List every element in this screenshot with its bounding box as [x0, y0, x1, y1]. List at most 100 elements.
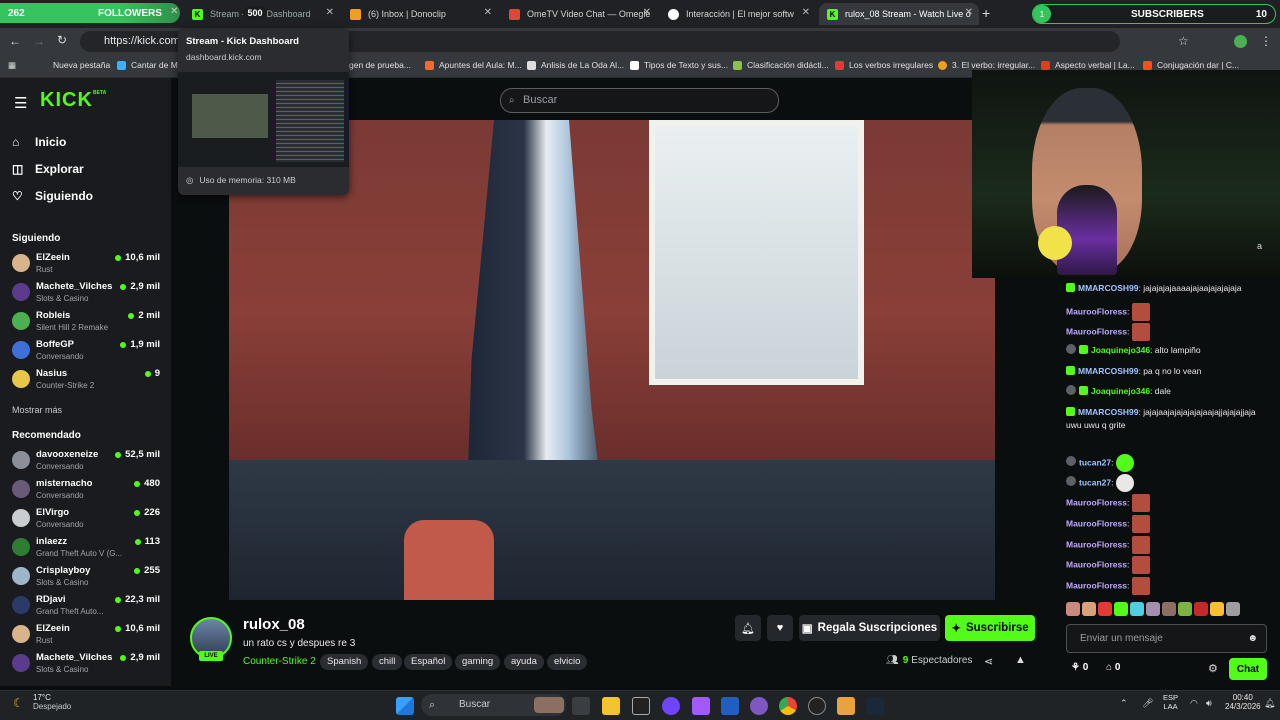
- chat-settings-gear-icon[interactable]: ⚙: [1208, 662, 1218, 675]
- nav-inicio[interactable]: ⌂ Inicio: [12, 135, 66, 149]
- tag-spanish[interactable]: Spanish: [320, 654, 369, 670]
- following-channel[interactable]: Machete_Vilches Slots & Casino 2,9 mil: [12, 279, 160, 307]
- chat-username[interactable]: Joaquinejo346: [1091, 345, 1150, 355]
- close-icon[interactable]: ✕: [643, 7, 651, 18]
- emote-icon[interactable]: [1114, 602, 1128, 616]
- back-icon[interactable]: ←: [9, 34, 21, 48]
- recommended-channel[interactable]: davooxeneize Conversando 52,5 mil: [12, 447, 160, 475]
- file-explorer-icon[interactable]: [602, 697, 620, 715]
- chrome-icon[interactable]: [779, 697, 797, 715]
- tab-interaccion[interactable]: Interacción | El mejor softw ✕: [660, 3, 816, 25]
- chat-username[interactable]: MMARCOSH99: [1078, 366, 1138, 376]
- apps-grid-icon[interactable]: ▦: [8, 60, 16, 71]
- channel-name[interactable]: rulox_08: [243, 616, 305, 633]
- microphone-tray-icon[interactable]: 🎤︎: [1142, 698, 1153, 709]
- tab-ometv[interactable]: OmeTV Video Chat — Omegle ✕: [501, 3, 657, 25]
- tray-chevron-up-icon[interactable]: ⌃: [1120, 698, 1128, 709]
- menu-kebab-icon[interactable]: ⋮: [1260, 34, 1272, 48]
- tag-chill[interactable]: chill: [372, 654, 403, 670]
- volume-icon[interactable]: 🔊︎: [1206, 698, 1212, 709]
- following-channel[interactable]: BoffeGP Conversando 1,9 mil: [12, 337, 160, 365]
- bookmark-item[interactable]: gen de prueba...: [349, 60, 411, 70]
- chat-username[interactable]: MMARCOSH99: [1078, 407, 1138, 417]
- nav-siguiendo[interactable]: ♡ Siguiendo: [12, 189, 93, 203]
- bookmark-item[interactable]: Cantar de Mi: [117, 60, 180, 70]
- share-icon[interactable]: ⋖: [984, 655, 993, 668]
- bookmark-item[interactable]: Apuntes del Aula: M...: [425, 60, 522, 70]
- steam-icon[interactable]: [866, 697, 884, 715]
- new-tab-button[interactable]: +: [982, 5, 990, 21]
- recommended-channel[interactable]: RDjavi Grand Theft Auto... 22,3 mil: [12, 592, 160, 620]
- tag-ayuda[interactable]: ayuda: [504, 654, 544, 670]
- follow-heart-button[interactable]: ♥: [767, 615, 793, 641]
- discord-icon[interactable]: [662, 697, 680, 715]
- emote-icon[interactable]: [1162, 602, 1176, 616]
- chat-username[interactable]: MaurooFloress: [1066, 539, 1127, 549]
- weather-widget[interactable]: 17°C Despejado: [12, 693, 71, 711]
- emote-icon[interactable]: [1226, 602, 1240, 616]
- bookmark-item[interactable]: Los verbos irregulares: [835, 60, 933, 70]
- gift-subs-button[interactable]: ▣ Regala Suscripciones: [799, 615, 940, 641]
- nav-explorar[interactable]: ◫ Explorar: [12, 162, 84, 176]
- forward-icon[interactable]: →: [33, 34, 45, 48]
- chat-username[interactable]: Joaquinejo346: [1091, 386, 1150, 396]
- chatgpt-icon[interactable]: [632, 697, 650, 715]
- bookmark-item[interactable]: Anlisis de La Oda Al...: [527, 60, 624, 70]
- taskbar-search[interactable]: ⌕ Buscar: [421, 694, 566, 716]
- emote-icon[interactable]: [1130, 602, 1144, 616]
- close-icon[interactable]: ✕: [802, 7, 810, 18]
- emoji-picker-icon[interactable]: ☻: [1247, 625, 1258, 652]
- emote-icon[interactable]: [1178, 602, 1192, 616]
- chat-username[interactable]: MaurooFloress: [1066, 580, 1127, 590]
- kick-logo[interactable]: KICK: [40, 89, 93, 112]
- tab-rulox-stream[interactable]: K rulox_08 Stream - Watch Live o ✕: [819, 3, 979, 25]
- subscribe-button[interactable]: ✦ Suscribirse: [945, 615, 1035, 641]
- emote-icon[interactable]: [1210, 602, 1224, 616]
- bookmark-item[interactable]: 3. El verbo: irregular...: [938, 60, 1035, 70]
- bookmark-item[interactable]: Aspecto verbal | La...: [1041, 60, 1135, 70]
- stream-category[interactable]: Counter-Strike 2: [243, 656, 316, 667]
- task-view-icon[interactable]: [572, 697, 590, 715]
- recommended-channel[interactable]: Machete_Vilches Slots & Casino 2,9 mil: [12, 650, 160, 678]
- show-more-link[interactable]: Mostrar más: [12, 405, 62, 415]
- obs-icon[interactable]: [808, 697, 826, 715]
- app-icon[interactable]: [721, 697, 739, 715]
- close-icon[interactable]: ✕: [484, 7, 492, 18]
- app-icon[interactable]: [750, 697, 768, 715]
- windows-start-icon[interactable]: [396, 697, 414, 715]
- bookmark-item[interactable]: Conjugación dar | C...: [1143, 60, 1239, 70]
- notification-bell-icon[interactable]: 🔔︎: [1264, 698, 1275, 709]
- following-channel[interactable]: Robleis Silent Hill 2 Remake 2 mil: [12, 308, 160, 336]
- emote-icon[interactable]: [1066, 602, 1080, 616]
- points-counter[interactable]: ⚘ 0: [1071, 662, 1088, 673]
- recommended-channel[interactable]: ElVirgo Conversando 226: [12, 505, 160, 533]
- emote-icon[interactable]: [1194, 602, 1208, 616]
- tag-espanol[interactable]: Español: [404, 654, 453, 670]
- chat-username[interactable]: tucan27: [1079, 477, 1111, 487]
- chat-username[interactable]: MaurooFloress: [1066, 326, 1127, 336]
- following-channel[interactable]: ElZeein Rust 10,6 mil: [12, 250, 160, 278]
- close-icon[interactable]: ✕: [326, 7, 334, 18]
- notification-bell-button[interactable]: 🔔︎: [735, 615, 761, 641]
- search-input[interactable]: ⌕ Buscar: [500, 88, 779, 113]
- report-warning-icon[interactable]: ▲: [1015, 654, 1026, 666]
- chat-username[interactable]: MaurooFloress: [1066, 559, 1127, 569]
- recommended-channel[interactable]: misternacho Conversando 480: [12, 476, 160, 504]
- emote-icon[interactable]: [1146, 602, 1160, 616]
- hamburger-menu-icon[interactable]: ☰: [14, 94, 27, 112]
- chat-username[interactable]: MMARCOSH99: [1078, 283, 1138, 293]
- recommended-channel[interactable]: Crisplayboy Slots & Casino 255: [12, 563, 160, 591]
- recommended-channel[interactable]: inlaezz Grand Theft Auto V (G... 113: [12, 534, 160, 562]
- close-icon[interactable]: ✕: [965, 7, 973, 18]
- chat-username[interactable]: MaurooFloress: [1066, 306, 1127, 316]
- language-indicator[interactable]: ESP LAA: [1163, 693, 1178, 711]
- app-icon[interactable]: [837, 697, 855, 715]
- chat-username[interactable]: MaurooFloress: [1066, 518, 1127, 528]
- profile-avatar[interactable]: [1234, 35, 1247, 48]
- chat-username[interactable]: tucan27: [1079, 457, 1111, 467]
- bookmark-item[interactable]: Nueva pestaña: [53, 60, 110, 70]
- emote-icon[interactable]: [1082, 602, 1096, 616]
- following-channel[interactable]: Nasius Counter-Strike 2 9: [12, 366, 160, 394]
- close-icon[interactable]: ✕: [170, 6, 178, 17]
- bookmark-item[interactable]: Tipos de Texto y sus...: [630, 60, 728, 70]
